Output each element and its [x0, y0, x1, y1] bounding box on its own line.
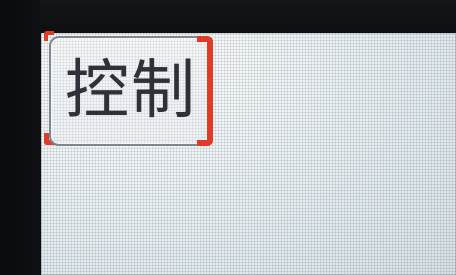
bezel-left — [0, 0, 40, 275]
camera-capture: 控制 — [0, 0, 456, 275]
control-button[interactable]: 控制 — [49, 36, 213, 146]
control-button-label: 控制 — [65, 54, 197, 128]
bezel-top — [0, 0, 456, 34]
